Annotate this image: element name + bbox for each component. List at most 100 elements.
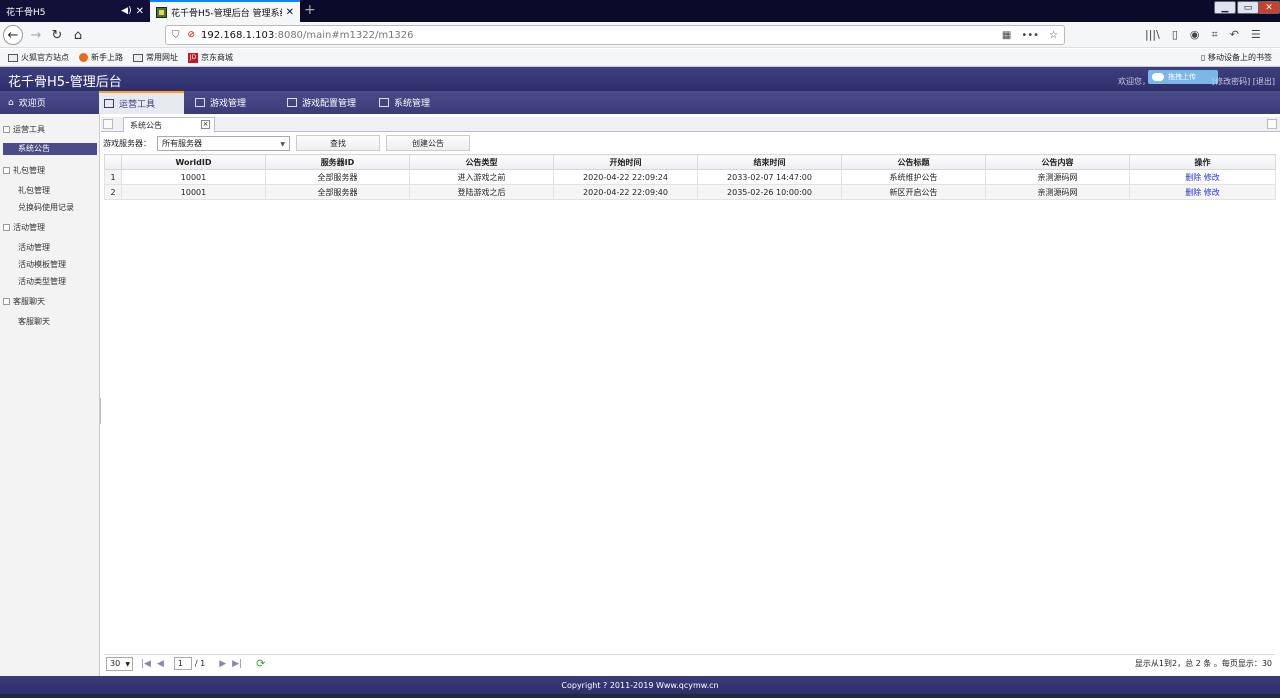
server-filter-label: 游戏服务器： [103,138,151,148]
crop-icon[interactable]: ⌗ [1212,28,1218,42]
minimize-window-button[interactable]: ▁ [1214,1,1236,14]
bookmark-item[interactable]: 常用网址 [133,52,178,63]
app-header: 花千骨H5-管理后台 欢迎您， 拖拽上传 [修改密码] [退出] [0,67,1280,91]
cell-content: 亲测源码网 [985,169,1130,185]
sidebar-item-activity[interactable]: 活动管理 [18,242,50,253]
browser-navbar: ← → ↻ ⌂ ⛉ ⊘ 192.168.1.103 :8080/main#m13… [0,22,1280,48]
list-icon [379,98,389,107]
table-header[interactable]: 结束时间 [697,154,842,170]
library-icon[interactable]: |||\ [1145,28,1160,42]
url-path: :8080/main#m1322/m1326 [274,29,414,41]
user-links[interactable]: [修改密码] [退出] [1212,76,1275,87]
forward-arrow-icon[interactable]: → [26,25,46,45]
qr-code-icon[interactable]: ▦ [1002,30,1011,41]
refresh-icon[interactable]: ⟳ [256,657,265,670]
scroll-right-icon[interactable] [1267,119,1277,129]
cell-title: 新区开启公告 [841,184,986,200]
server-select[interactable]: 所有服务器 ▼ [157,135,290,151]
next-page-icon[interactable]: ▶ [219,659,226,669]
undo-icon[interactable]: ↶ [1230,28,1239,42]
tab-welcome[interactable]: ⌂ 欢迎页 [8,91,46,114]
table-row[interactable]: 1 10001 全部服务器 进入游戏之前 2020-04-22 22:09:24… [104,169,1276,185]
cell-content: 亲测源码网 [985,184,1130,200]
bookmark-star-icon[interactable]: ☆ [1049,30,1058,41]
app-title: 花千骨H5-管理后台 [8,75,122,90]
table-header[interactable]: 开始时间 [553,154,698,170]
account-icon[interactable]: ◉ [1190,28,1200,42]
browser-tab-2[interactable]: 花千骨H5-管理后台 管理系统 ✕ [150,0,300,22]
sidebar-item-redeem-log[interactable]: 兑换码使用记录 [18,202,74,213]
bookmark-item[interactable]: 新手上路 [79,52,123,63]
sidebar-group-gift[interactable]: 礼包管理 [3,165,45,176]
address-bar[interactable]: ⛉ ⊘ 192.168.1.103 :8080/main#m1322/m1326… [165,25,1065,45]
tab-ops-tools[interactable]: 运营工具 [99,91,184,114]
maximize-window-button[interactable]: ▭ [1237,1,1259,14]
cell-start: 2020-04-22 22:09:40 [553,184,698,200]
bookmark-item[interactable]: 火狐官方站点 [8,52,69,63]
new-tab-plus-icon[interactable]: + [304,2,316,18]
browser-tab-label: 花千骨H5 [6,7,46,18]
table-header[interactable]: WorldID [121,154,266,170]
tab-game-config[interactable]: 游戏配置管理 [287,91,356,114]
close-icon[interactable]: ✕ [286,7,294,18]
first-page-icon[interactable]: |◀ [141,659,151,669]
sidebar-group-activity[interactable]: 活动管理 [3,222,45,233]
insecure-lock-icon[interactable]: ⊘ [188,30,196,40]
cell-end: 2033-02-07 14:47:00 [697,169,842,185]
cell-world-id: 10001 [121,169,266,185]
shield-icon[interactable]: ⛉ [172,30,180,41]
browser-tab-1[interactable]: 花千骨H5 ◀) ✕ [0,0,150,22]
delete-link[interactable]: 删除 [1185,188,1201,197]
speaker-icon[interactable]: ◀) [121,6,131,16]
jd-logo-icon: JD [188,52,198,63]
content-panel: 系统公告 × 游戏服务器： 所有服务器 ▼ 查找 创建公告 WorldID 服务… [101,114,1280,676]
announcement-table: WorldID 服务器ID 公告类型 开始时间 结束时间 公告标题 公告内容 操… [104,154,1276,200]
upload-float-button[interactable]: 拖拽上传 [1148,70,1218,84]
table-header[interactable]: 公告标题 [841,154,986,170]
scroll-left-icon[interactable] [103,119,113,129]
close-icon[interactable]: × [201,120,210,129]
menu-icon[interactable]: ☰ [1251,28,1261,42]
more-actions-icon[interactable]: ••• [1021,30,1039,41]
sidebar-item-announcement[interactable]: 系统公告 [3,143,97,155]
sidebar-group-ops[interactable]: 运营工具 [3,124,45,135]
bookmarks-bar: 火狐官方站点 新手上路 常用网址 JD 京东商城 ▯ 移动设备上的书签 [0,49,1280,67]
table-header[interactable]: 公告内容 [985,154,1130,170]
edit-link[interactable]: 修改 [1204,188,1220,197]
sidebar-item-activity-template[interactable]: 活动模板管理 [18,259,66,270]
last-page-icon[interactable]: ▶| [232,659,242,669]
back-arrow-icon[interactable]: ← [3,25,23,45]
content-tab-announcement[interactable]: 系统公告 × [123,117,215,132]
sidebar-item-activity-type[interactable]: 活动类型管理 [18,276,66,287]
cell-actions: 删除 修改 [1129,184,1276,200]
table-row[interactable]: 2 10001 全部服务器 登陆游戏之后 2020-04-22 22:09:40… [104,184,1276,200]
sidebar-toggle-icon[interactable]: ▯ [1172,28,1178,42]
prev-page-icon[interactable]: ◀ [157,659,164,669]
delete-link[interactable]: 删除 [1185,173,1201,182]
list-icon [195,98,205,107]
table-header[interactable]: 操作 [1129,154,1276,170]
create-announcement-button[interactable]: 创建公告 [386,135,470,151]
sidebar-item-gift[interactable]: 礼包管理 [18,185,50,196]
search-button[interactable]: 查找 [296,135,380,151]
close-window-button[interactable]: ✕ [1258,1,1280,14]
collapse-icon [3,224,10,231]
home-icon[interactable]: ⌂ [68,25,88,45]
bookmark-item[interactable]: JD 京东商城 [188,52,233,63]
tab-system-management[interactable]: 系统管理 [379,91,430,114]
close-icon[interactable]: ✕ [136,6,144,17]
page-number-input[interactable]: 1 [173,657,192,670]
phone-icon: ▯ [1201,53,1206,62]
sidebar-item-chat[interactable]: 客服聊天 [18,316,50,327]
welcome-text: 欢迎您， [1118,77,1150,86]
site-favicon-icon [156,6,167,18]
edit-link[interactable]: 修改 [1204,173,1220,182]
mobile-bookmarks[interactable]: ▯ 移动设备上的书签 [1201,52,1272,63]
table-header-row: WorldID 服务器ID 公告类型 开始时间 结束时间 公告标题 公告内容 操… [104,154,1276,170]
table-header[interactable]: 服务器ID [265,154,410,170]
table-header[interactable]: 公告类型 [409,154,554,170]
reload-icon[interactable]: ↻ [47,25,67,45]
sidebar-group-chat[interactable]: 客服聊天 [3,296,45,307]
page-size-select[interactable]: 30 ▼ [106,656,133,671]
tab-game-management[interactable]: 游戏管理 [195,91,246,114]
